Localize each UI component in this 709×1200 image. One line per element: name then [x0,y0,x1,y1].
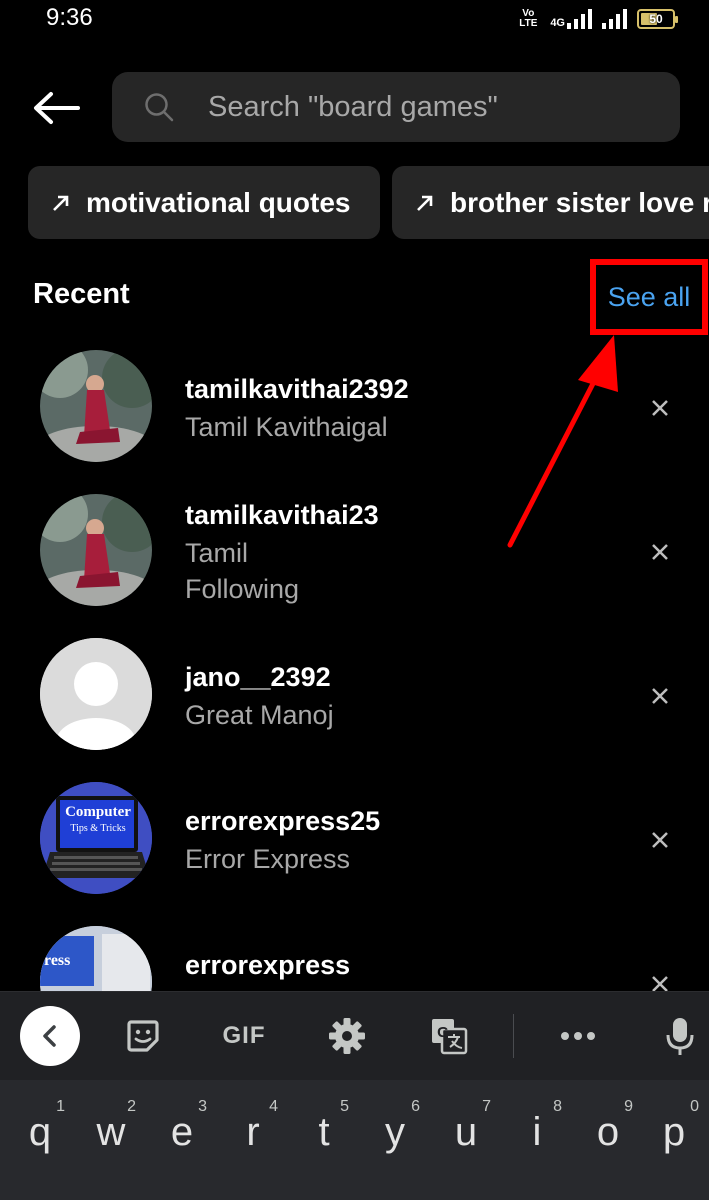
recent-subtitle: Tamil [185,538,249,568]
status-icons: Vo LTE 4G 50 [516,6,678,32]
battery-icon: 50 [637,9,678,29]
key-letter: i [532,1110,542,1154]
volte-indicator: Vo LTE [519,8,538,29]
keyboard-toolbar: GIF G [0,991,709,1080]
avatar: ress [40,926,152,991]
arrow-left-icon [34,92,80,124]
avatar-text: ress [44,952,71,969]
suggestion-chip[interactable]: motivational quotes [28,166,380,239]
battery-level: 50 [649,12,663,26]
see-all-link[interactable]: See all [608,282,691,313]
status-bar: 9:36 Vo LTE 4G 50 [0,0,709,40]
toolbar-divider [513,1014,514,1058]
key-t[interactable]: 5 t [289,1080,359,1200]
avatar [40,350,152,462]
close-icon [652,832,668,848]
gif-label: GIF [222,1022,266,1049]
avatar-placeholder [40,638,152,750]
suggestion-chips: motivational quotes brother sister love … [28,166,709,240]
close-icon [652,544,668,560]
remove-button[interactable] [646,394,674,422]
recent-username: jano__2392 [185,662,331,692]
key-i[interactable]: 8 i [502,1080,572,1200]
key-letter: w [96,1110,126,1154]
svg-text:G: G [437,1024,449,1041]
search-box[interactable] [112,72,680,142]
translate-icon: G [432,1019,468,1055]
remove-button[interactable] [646,538,674,566]
close-icon [652,976,668,991]
recent-item[interactable]: Computer Tips & Tricks errorexpress25 Er… [0,782,709,902]
key-letter: q [28,1110,52,1154]
network-type: 4G [550,17,565,29]
close-icon [652,400,668,416]
remove-button[interactable] [646,826,674,854]
see-all-highlight: See all [590,259,708,335]
recent-username: tamilkavithai2392 [185,374,409,404]
key-q[interactable]: 1 q [5,1080,75,1200]
search-icon [145,93,174,122]
suggestion-label: brother sister love r [450,186,709,218]
recent-subtitle: Tamil Kavithaigal [185,412,388,442]
keyboard-keys: 1 q 2 w 3 e 4 r 5 t 6 y 7 u 8 i 9 o 0 p [0,1080,709,1200]
remove-button[interactable] [646,682,674,710]
search-input[interactable] [208,72,658,142]
recent-username: tamilkavithai23 [185,500,379,530]
recent-username: errorexpress25 [185,806,381,836]
recent-item[interactable]: ress errorexpress [0,926,709,991]
key-o[interactable]: 9 o [573,1080,643,1200]
signal-4g: 4G [550,9,592,29]
sticker-button[interactable] [120,1009,166,1063]
recent-item[interactable]: tamilkavithai2392 Tamil Kavithaigal [0,350,709,470]
close-icon [652,688,668,704]
key-w[interactable]: 2 w [76,1080,146,1200]
avatar: Computer Tips & Tricks [40,782,152,894]
key-letter: y [385,1110,405,1154]
key-u[interactable]: 7 u [431,1080,501,1200]
trend-arrow-icon [416,194,434,212]
key-letter: r [246,1110,260,1154]
recent-subtitle: Error Express [185,844,351,874]
keyboard-back-button[interactable] [20,1006,80,1066]
avatar [40,494,152,606]
key-letter: p [662,1110,686,1154]
gif-button[interactable]: GIF [214,1009,274,1063]
recent-title: Recent [33,278,130,310]
key-p[interactable]: 0 p [639,1080,709,1200]
voice-input-button[interactable] [660,1009,700,1063]
key-r[interactable]: 4 r [218,1080,288,1200]
key-letter: o [596,1110,620,1154]
trend-arrow-icon [52,194,70,212]
chevron-left-icon [43,1025,56,1047]
signal-bars-icon [602,9,627,29]
key-letter: e [170,1110,194,1154]
recent-username: errorexpress [185,950,351,980]
avatar-text: Tips & Tricks [70,823,126,834]
key-letter: t [318,1110,330,1154]
suggestion-chip[interactable]: brother sister love r [392,166,709,239]
signal-bars-icon [567,9,592,29]
sticker-icon [127,1020,159,1052]
key-e[interactable]: 3 e [147,1080,217,1200]
back-button[interactable] [30,82,82,134]
more-button[interactable] [556,1009,600,1063]
gear-icon [329,1018,365,1054]
key-letter: u [454,1110,478,1154]
recent-following-status: Following [185,574,300,604]
key-y[interactable]: 6 y [360,1080,430,1200]
microphone-icon [666,1018,694,1055]
status-time: 9:36 [46,4,93,31]
settings-button[interactable] [324,1009,370,1063]
recent-item[interactable]: tamilkavithai23 Tamil Following [0,494,709,614]
avatar-text: Computer [65,804,131,820]
suggestion-label: motivational quotes [86,186,351,218]
remove-button[interactable] [646,970,674,991]
recent-subtitle: Great Manoj [185,700,334,730]
more-icon [561,1032,595,1040]
recent-item[interactable]: jano__2392 Great Manoj [0,638,709,758]
translate-button[interactable]: G [428,1009,470,1063]
